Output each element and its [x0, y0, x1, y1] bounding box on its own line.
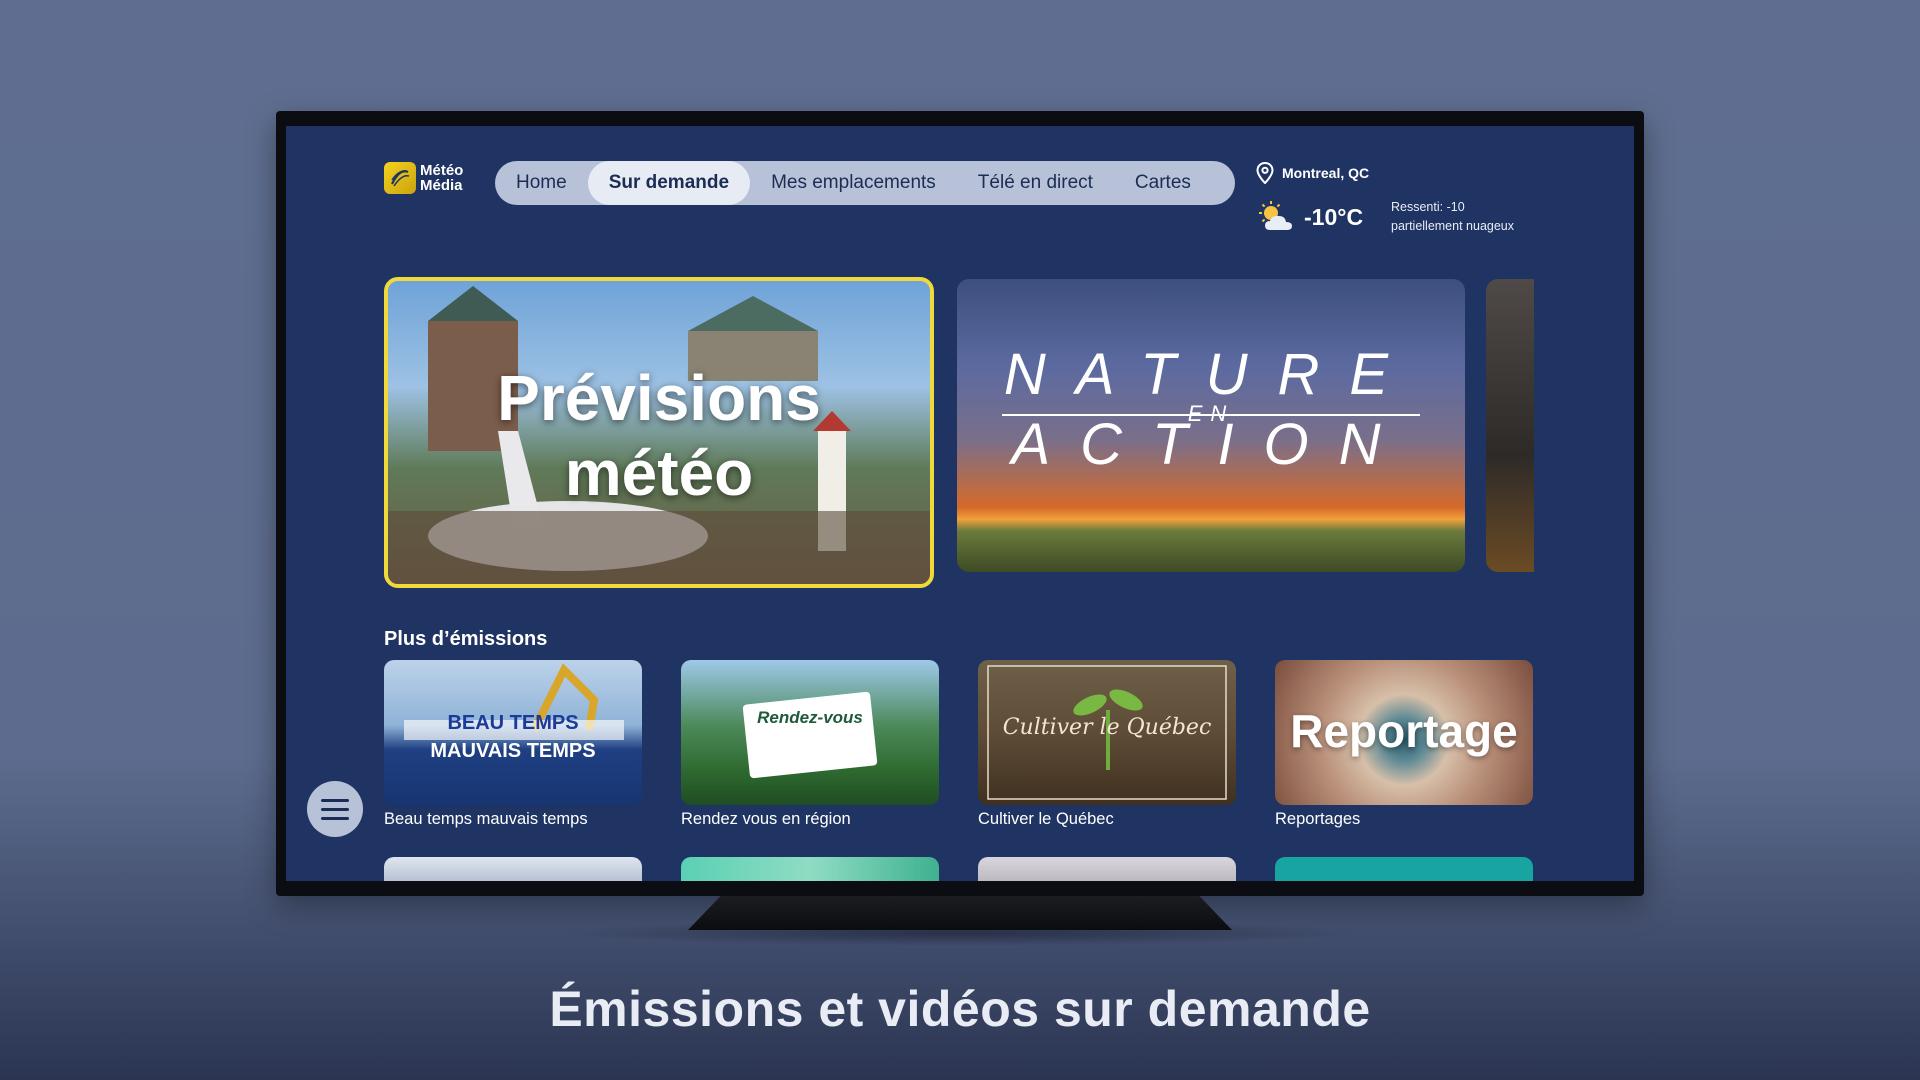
- show-label: Reportages: [1275, 810, 1361, 828]
- nav-sur-demande[interactable]: Sur demande: [587, 161, 751, 205]
- top-nav: Home Sur demande Mes emplacements Télé e…: [495, 161, 1235, 205]
- weather-condition: partiellement nuageux: [1391, 219, 1514, 233]
- location-city: Montreal, QC: [1282, 165, 1370, 181]
- nav-mes-emplacements[interactable]: Mes emplacements: [750, 161, 957, 205]
- hero-card-partial[interactable]: [1486, 279, 1534, 572]
- hamburger-menu-icon-bar: [321, 807, 349, 811]
- show-card-beau-temps[interactable]: BEAU TEMPS MAUVAIS TEMPS: [384, 660, 642, 805]
- show-card-partial[interactable]: [384, 857, 642, 881]
- feels-like: Ressenti: -10: [1391, 200, 1465, 214]
- hero-card-nature-en-action[interactable]: NATURE EN ACTION: [957, 279, 1465, 572]
- show-card-cultiver[interactable]: Cultiver le Québec: [978, 660, 1236, 805]
- show-card-reportage[interactable]: Reportage: [1275, 660, 1533, 805]
- section-title: Plus d’émissions: [384, 628, 548, 650]
- partly-cloudy-sun-icon: [1259, 201, 1292, 230]
- nav-tele-en-direct[interactable]: Télé en direct: [957, 161, 1114, 205]
- weather-details: Ressenti: -10 partiellement nuageux: [1391, 198, 1514, 236]
- show-card-partial[interactable]: [978, 857, 1236, 881]
- temperature: -10°C: [1304, 203, 1364, 230]
- show-label: Beau temps mauvais temps: [384, 810, 588, 828]
- caption: Émissions et vidéos sur demande: [549, 981, 1371, 1037]
- nature-title-bottom: ACTION: [1011, 412, 1411, 477]
- nav-home[interactable]: Home: [495, 161, 588, 205]
- logo-line-2: Média: [420, 177, 463, 194]
- show-card-rendez-vous[interactable]: Rendez-vous en région: [681, 660, 939, 805]
- show-art-line-1: Cultiver le Québec: [1002, 715, 1212, 740]
- tv-screen: Météo Média Home Sur demande Mes emplace…: [286, 126, 1634, 881]
- location[interactable]: Montreal, QC: [1256, 162, 1369, 184]
- hero-title-line-2: météo: [564, 437, 754, 509]
- logo-line-1: Météo: [420, 162, 464, 179]
- show-art-line-1: Reportage: [1290, 705, 1518, 757]
- current-weather: -10°C: [1256, 200, 1363, 234]
- show-art-line-2: en région: [771, 746, 849, 765]
- show-label: Cultiver le Québec: [978, 810, 1114, 828]
- show-art-line-1: BEAU TEMPS: [447, 712, 579, 734]
- hero-card-previsions-meteo[interactable]: Prévisions météo: [384, 277, 934, 588]
- logo-text: Météo Média: [420, 163, 463, 193]
- logo-mark-icon: [384, 162, 416, 194]
- show-art-line-1: Rendez-vous: [757, 708, 863, 727]
- nature-title-top: NATURE: [1003, 342, 1419, 407]
- menu-button[interactable]: [307, 781, 363, 837]
- hamburger-menu-icon: [321, 798, 349, 802]
- tv-stand: [688, 896, 1232, 930]
- hero-title-line-1: Prévisions: [497, 362, 821, 434]
- hamburger-menu-icon-bar: [321, 816, 349, 820]
- location-pin-icon: [1256, 162, 1274, 184]
- show-card-partial[interactable]: [681, 857, 939, 881]
- show-label: Rendez vous en région: [681, 810, 851, 828]
- nav-cartes[interactable]: Cartes: [1114, 161, 1212, 205]
- show-art-line-2: MAUVAIS TEMPS: [430, 740, 596, 762]
- show-card-partial[interactable]: [1275, 857, 1533, 881]
- meteomedia-logo[interactable]: Météo Média: [384, 158, 479, 198]
